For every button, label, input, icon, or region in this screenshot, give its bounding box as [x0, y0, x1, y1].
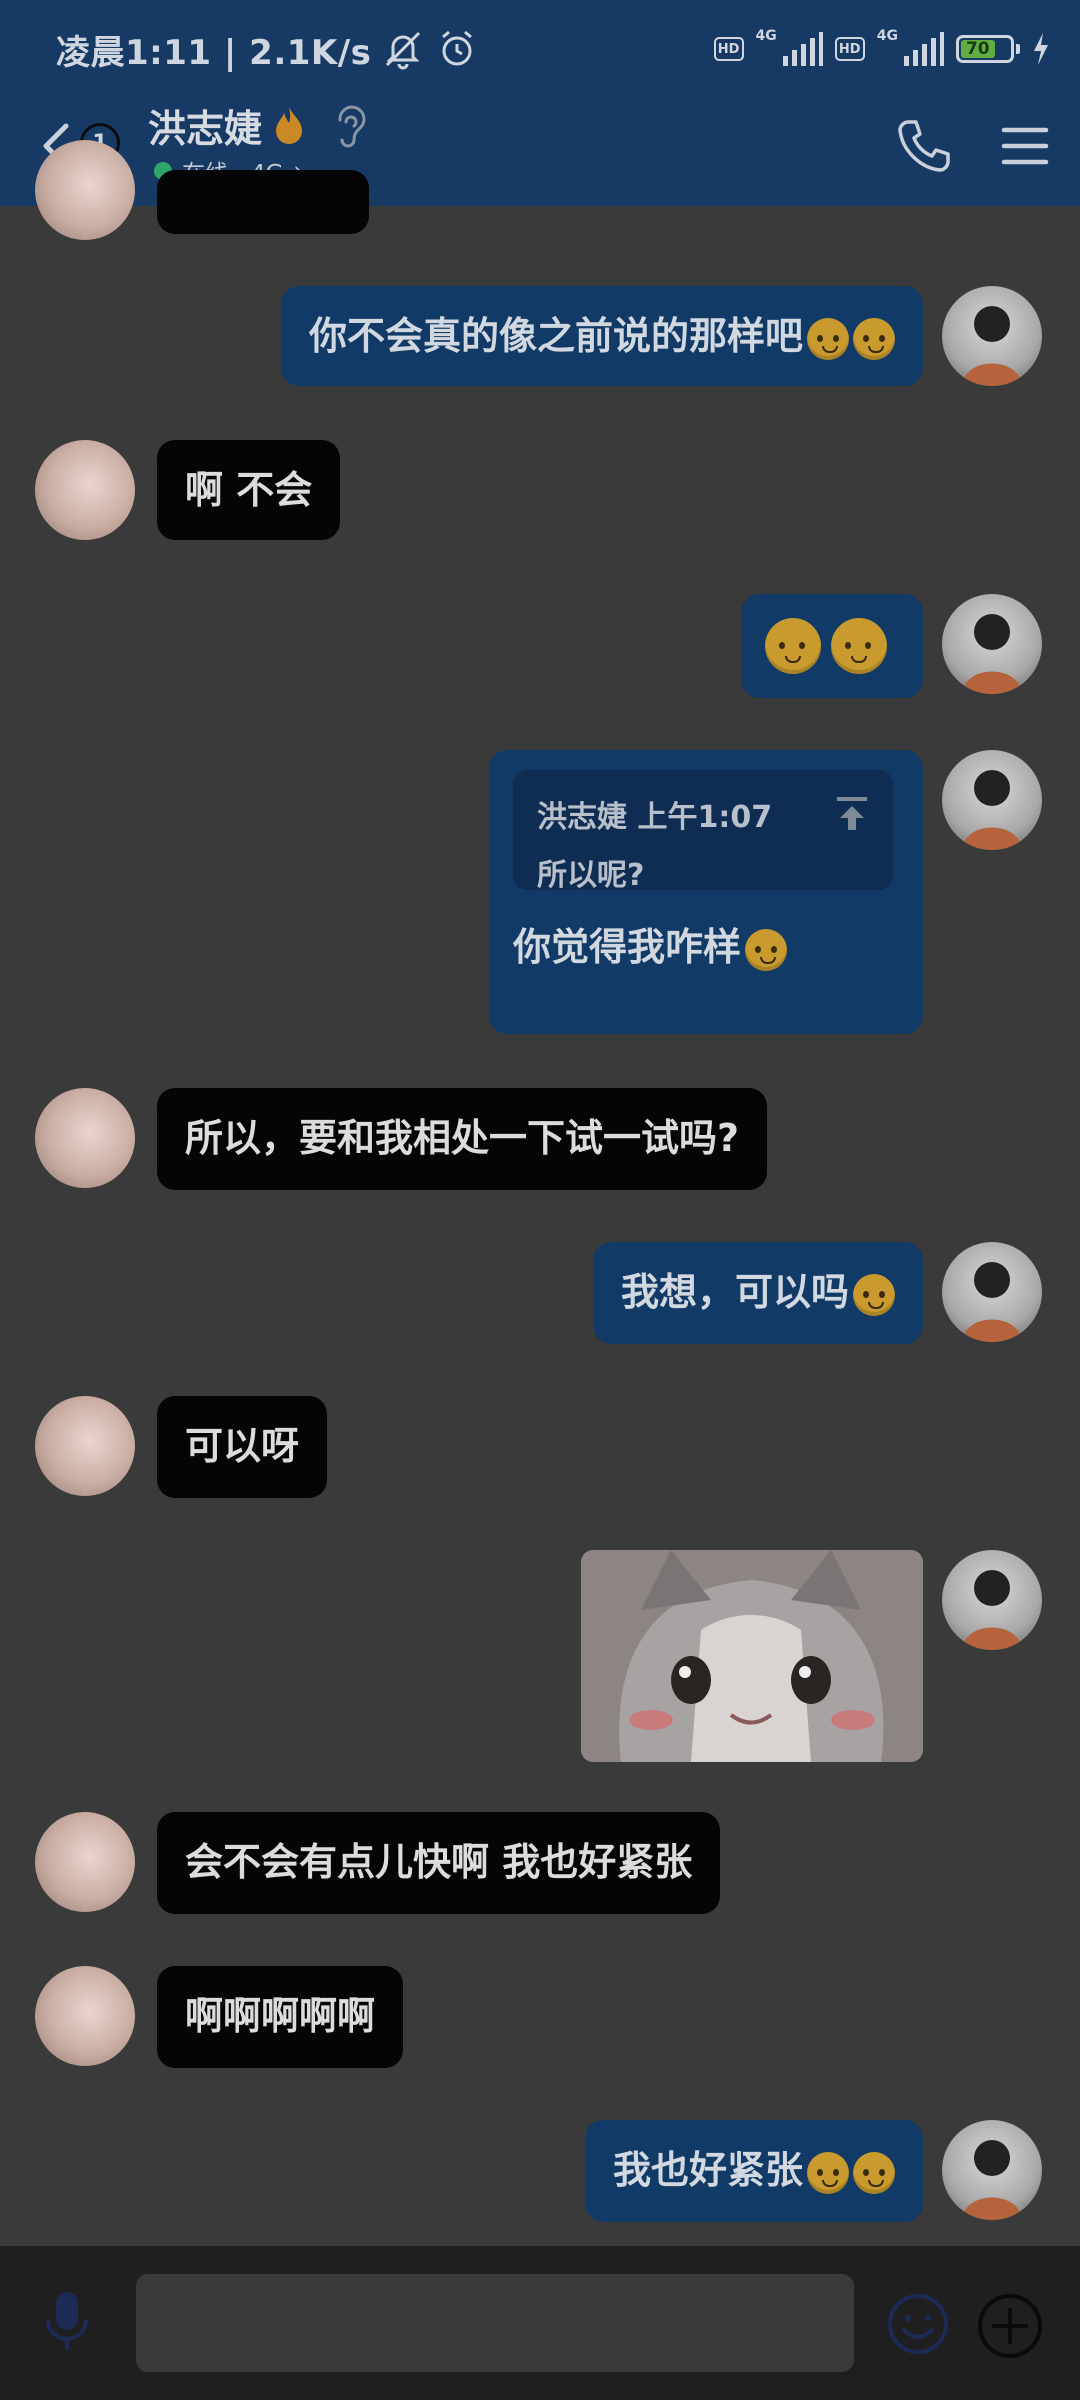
message-bubble-in[interactable]: 啊啊啊啊啊	[157, 1966, 404, 2068]
contact-avatar[interactable]	[35, 1812, 135, 1912]
message-text: 会不会有点儿快啊 我也好紧张	[185, 1840, 693, 1884]
self-avatar-image	[962, 614, 1022, 694]
message-text: 可以呀	[185, 1424, 300, 1468]
contact-avatar[interactable]	[35, 1396, 135, 1496]
self-avatar[interactable]	[942, 750, 1042, 850]
message-text: 所以，要和我相处一下试一试吗?	[185, 1116, 740, 1160]
voice-icon[interactable]	[42, 2286, 92, 2356]
phone-icon[interactable]	[894, 116, 954, 176]
mute-bell-icon	[386, 31, 421, 70]
battery-indicator: 70	[956, 35, 1014, 63]
slightly-sad-face-icon	[853, 1273, 895, 1316]
message-input[interactable]	[136, 2274, 854, 2372]
message-text: 我想，可以吗	[620, 1270, 849, 1314]
self-avatar-image	[962, 1262, 1022, 1342]
self-avatar-image	[962, 770, 1022, 850]
quoted-message[interactable]: 洪志婕 上午1:07 所以呢?	[513, 770, 893, 893]
self-avatar[interactable]	[942, 1242, 1042, 1342]
battery-tip	[1016, 44, 1020, 54]
contact-avatar[interactable]	[35, 1966, 135, 2066]
message-bubble-in[interactable]: 可以呀	[157, 1396, 328, 1498]
slightly-sad-face-icon	[765, 618, 821, 674]
crying-cat-sticker[interactable]	[581, 1550, 923, 1762]
message-bubble-in[interactable]: 会不会有点儿快啊 我也好紧张	[157, 1812, 721, 1914]
hd-badge-2: HD	[834, 37, 865, 61]
reply-text-row: 你觉得我咋样	[513, 916, 899, 971]
cat-sticker-image	[581, 1550, 923, 1762]
incoming-bubble-partial	[157, 170, 369, 234]
slightly-sad-face-icon	[807, 317, 849, 360]
message-text: 你觉得我咋样	[513, 925, 742, 969]
alarm-clock-icon	[442, 30, 473, 66]
contact-name-row[interactable]: 洪志婕	[148, 100, 370, 151]
slightly-sad-face-icon	[745, 928, 788, 971]
message-bubble-out[interactable]: 你不会真的像之前说的那样吧	[280, 286, 923, 386]
self-avatar-image	[962, 306, 1022, 386]
message-text: 你不会真的像之前说的那样吧	[308, 314, 803, 358]
status-time-speed: 凌晨1:11 | 2.1K/s	[56, 32, 372, 73]
slightly-sad-face-icon	[831, 618, 887, 674]
status-bar: 凌晨1:11 | 2.1K/s HD 4G HD 4G 70	[0, 0, 1080, 96]
plus-icon[interactable]	[976, 2292, 1044, 2360]
message-bubble-in[interactable]: 啊 不会	[157, 440, 341, 540]
quote-text: 所以呢?	[537, 858, 645, 893]
message-bubble-out[interactable]: 我也好紧张	[584, 2120, 923, 2222]
message-bubble-out[interactable]: 我想，可以吗	[592, 1242, 923, 1344]
slightly-sad-face-icon	[853, 317, 895, 360]
network-type-1: 4G	[755, 28, 777, 44]
message-list[interactable]: 你不会真的像之前说的那样吧 啊 不会 洪志婕 上午1:07 所以呢? 你觉得我咋…	[0, 140, 1080, 2246]
status-left: 凌晨1:11 | 2.1K/s	[56, 26, 479, 73]
emoji-icon[interactable]	[886, 2292, 950, 2356]
input-bar	[0, 2246, 1080, 2400]
contact-avatar[interactable]	[35, 140, 135, 240]
battery-level: 70	[961, 39, 995, 59]
chat-screen: 凌晨1:11 | 2.1K/s HD 4G HD 4G 70 洪志婕 你不会真的…	[0, 0, 1080, 2400]
fire-icon	[276, 107, 303, 144]
quoted-reply-bubble[interactable]: 洪志婕 上午1:07 所以呢? 你觉得我咋样	[489, 750, 923, 1034]
contact-name: 洪志婕	[148, 106, 263, 151]
self-avatar[interactable]	[942, 286, 1042, 386]
pin-top-icon[interactable]	[833, 794, 871, 832]
signal-bars-icon	[782, 32, 823, 66]
message-text: 我也好紧张	[612, 2148, 803, 2192]
network-type-2: 4G	[876, 28, 898, 44]
slightly-sad-face-icon	[807, 2151, 849, 2194]
status-right: HD 4G HD 4G 70	[713, 26, 1050, 72]
self-avatar[interactable]	[942, 2120, 1042, 2220]
message-bubble-out[interactable]	[741, 594, 923, 698]
self-avatar[interactable]	[942, 594, 1042, 694]
contact-avatar[interactable]	[35, 440, 135, 540]
hd-badge-1: HD	[713, 37, 744, 61]
contact-avatar[interactable]	[35, 1088, 135, 1188]
menu-icon[interactable]	[1000, 118, 1050, 174]
message-text: 啊 不会	[185, 468, 313, 512]
ear-icon[interactable]	[330, 102, 370, 148]
self-avatar-image	[962, 2140, 1022, 2220]
quote-author-time: 洪志婕 上午1:07	[537, 800, 773, 835]
message-text: 啊啊啊啊啊	[185, 1994, 376, 2038]
self-avatar[interactable]	[942, 1550, 1042, 1650]
slightly-sad-face-icon	[853, 2151, 895, 2194]
charging-bolt-icon	[1034, 33, 1048, 65]
self-avatar-image	[962, 1570, 1022, 1650]
signal-bars-icon	[904, 32, 944, 66]
message-bubble-in[interactable]: 所以，要和我相处一下试一试吗?	[157, 1088, 768, 1190]
